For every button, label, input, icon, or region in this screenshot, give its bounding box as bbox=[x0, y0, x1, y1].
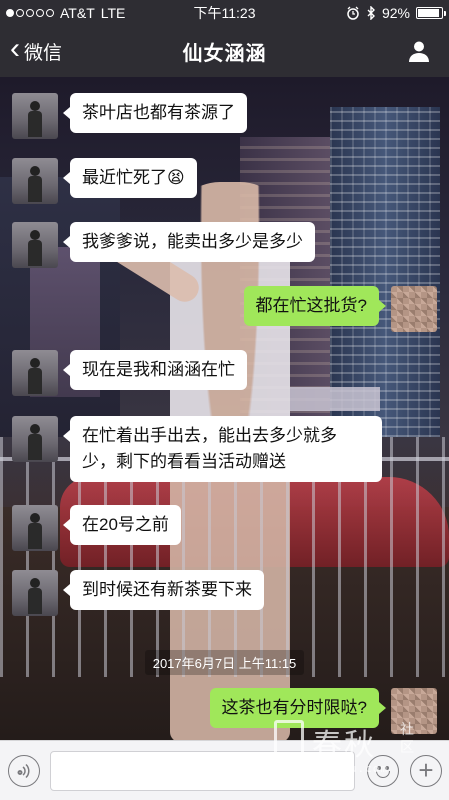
message-bubble[interactable]: 到时候还有新茶要下来 bbox=[63, 570, 264, 610]
contact-avatar[interactable] bbox=[12, 505, 58, 551]
signal-strength-icon bbox=[6, 8, 54, 17]
message-bubble[interactable]: 在忙着出手出去，能出去多少就多少，剩下的看看当活动赠送 bbox=[63, 416, 382, 482]
message-bubble[interactable]: 现在是我和涵涵在忙 bbox=[63, 350, 247, 390]
message-bubble[interactable]: 这茶也有分时限哒? bbox=[209, 688, 387, 728]
top-bar: AT&T LTE 下午11:23 92% ‹ 微信 仙女涵涵 bbox=[0, 0, 449, 77]
message-row: 茶叶店也都有茶源了 bbox=[12, 93, 247, 139]
message-row: 在20号之前 bbox=[12, 505, 181, 551]
plus-icon[interactable]: + bbox=[410, 755, 442, 787]
network-label: LTE bbox=[100, 4, 126, 21]
carrier-label: AT&T bbox=[60, 4, 95, 21]
message-row: 都在忙这批货? bbox=[243, 286, 437, 332]
message-row: 在忙着出手出去，能出去多少就多少，剩下的看看当活动赠送 bbox=[12, 416, 382, 482]
message-timestamp: 2017年6月7日 上午11:15 bbox=[0, 650, 449, 675]
message-bubble[interactable]: 我爹爹说，能卖出多少是多少 bbox=[63, 222, 315, 262]
my-avatar[interactable] bbox=[391, 688, 437, 734]
message-input[interactable] bbox=[50, 751, 355, 791]
bluetooth-icon bbox=[367, 5, 375, 20]
message-bubble[interactable]: 都在忙这批货? bbox=[243, 286, 387, 326]
message-row: 我爹爹说，能卖出多少是多少 bbox=[12, 222, 315, 268]
battery-icon bbox=[416, 6, 446, 19]
contact-avatar[interactable] bbox=[12, 570, 58, 616]
timestamp-label: 2017年6月7日 上午11:15 bbox=[144, 650, 305, 675]
message-bubble[interactable]: 茶叶店也都有茶源了 bbox=[63, 93, 247, 133]
message-row: 现在是我和涵涵在忙 bbox=[12, 350, 247, 396]
contact-avatar[interactable] bbox=[12, 158, 58, 204]
voice-icon[interactable] bbox=[8, 755, 40, 787]
back-button[interactable]: ‹ 微信 bbox=[10, 25, 62, 77]
contact-avatar[interactable] bbox=[12, 350, 58, 396]
alarm-icon bbox=[347, 6, 359, 20]
contact-avatar[interactable] bbox=[12, 222, 58, 268]
chat-title: 仙女涵涵 bbox=[182, 42, 267, 65]
chevron-left-icon: ‹ bbox=[10, 32, 20, 65]
user-icon[interactable] bbox=[407, 39, 431, 63]
message-bubble[interactable]: 在20号之前 bbox=[63, 505, 181, 545]
back-label: 微信 bbox=[24, 42, 63, 64]
my-avatar[interactable] bbox=[391, 286, 437, 332]
battery-percent: 92% bbox=[381, 4, 410, 21]
message-row: 到时候还有新茶要下来 bbox=[12, 570, 264, 616]
input-bar: + bbox=[0, 740, 449, 800]
contact-avatar[interactable] bbox=[12, 93, 58, 139]
message-bubble[interactable]: 最近忙死了😫 bbox=[63, 158, 197, 198]
contact-avatar[interactable] bbox=[12, 416, 58, 462]
emoji-icon[interactable] bbox=[367, 755, 399, 787]
message-row: 最近忙死了😫 bbox=[12, 158, 197, 204]
message-row: 这茶也有分时限哒? bbox=[209, 688, 437, 734]
nav-bar: ‹ 微信 仙女涵涵 bbox=[0, 25, 449, 77]
status-bar: AT&T LTE 下午11:23 92% bbox=[0, 0, 449, 25]
